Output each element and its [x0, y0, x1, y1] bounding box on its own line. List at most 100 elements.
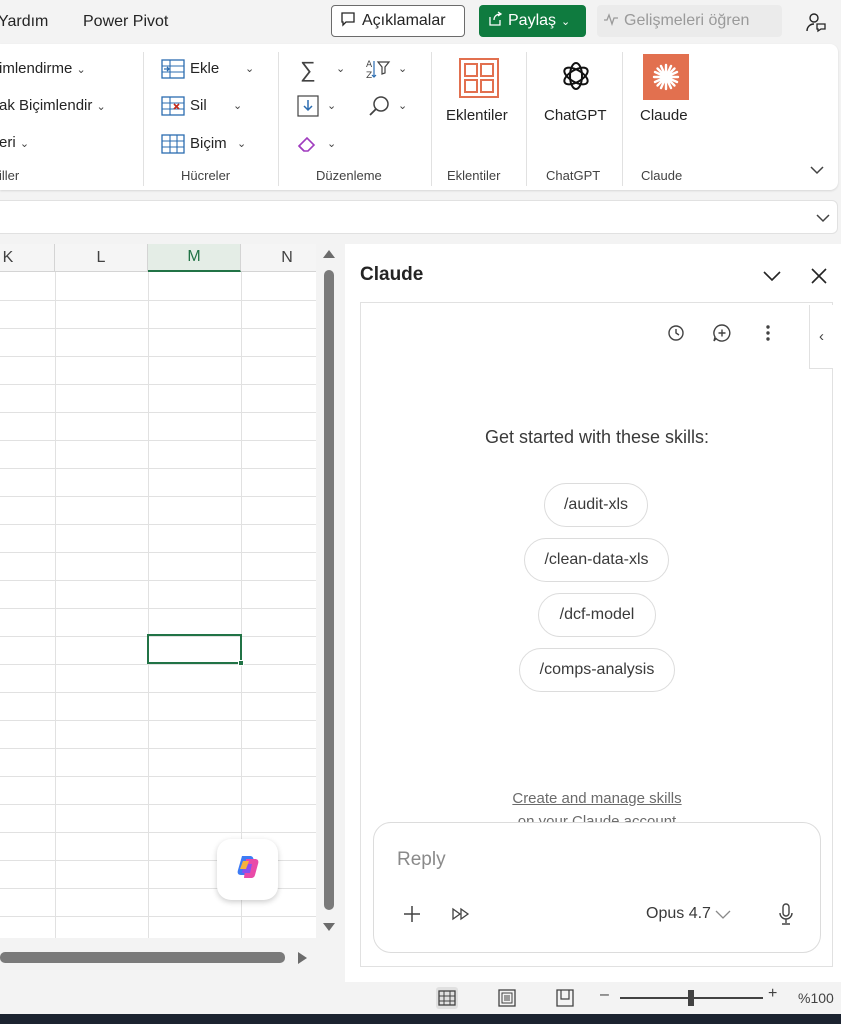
gridline [0, 384, 316, 385]
chevron-down-icon [715, 910, 731, 919]
chevron-down-icon[interactable]: ⌄ [398, 99, 407, 112]
chevron-down-icon[interactable]: ⌄ [327, 99, 336, 112]
gridline [0, 552, 316, 553]
claude-group-label: Claude [641, 168, 683, 183]
fast-forward-icon[interactable] [450, 903, 472, 925]
format-cells-button[interactable]: Biçim [190, 135, 227, 152]
vertical-scrollbar[interactable] [318, 244, 340, 938]
page-break-view-icon[interactable] [554, 987, 576, 1009]
copilot-icon [232, 851, 264, 888]
comment-icon [340, 11, 356, 32]
learn-more-button[interactable]: Gelişmeleri öğren [597, 5, 782, 37]
fill-icon[interactable] [296, 94, 320, 118]
claude-button[interactable]: Claude [640, 107, 688, 124]
format-cells-icon[interactable] [161, 133, 185, 155]
share-button[interactable]: Paylaş ⌄ [479, 5, 586, 37]
column-header-k[interactable]: K [0, 244, 55, 272]
zoom-slider-thumb[interactable] [688, 990, 694, 1006]
column-header-m[interactable]: M [148, 244, 241, 272]
scroll-right-arrow-icon[interactable] [298, 952, 307, 964]
new-chat-icon[interactable] [710, 321, 734, 345]
scroll-thumb[interactable] [0, 952, 285, 963]
addins-icon[interactable] [459, 58, 499, 98]
expand-formula-bar-icon[interactable] [814, 209, 832, 227]
gridline [0, 692, 316, 693]
page-layout-view-icon[interactable] [496, 987, 518, 1009]
copilot-button[interactable] [217, 839, 278, 900]
clear-eraser-icon[interactable] [296, 132, 320, 156]
styles-group-label: iller [0, 168, 20, 183]
delete-cells-icon[interactable] [161, 95, 185, 117]
scroll-up-arrow-icon[interactable] [323, 250, 335, 258]
feedback-icon[interactable] [802, 8, 830, 36]
history-clock-icon[interactable] [664, 321, 688, 345]
zoom-in-button[interactable]: + [768, 985, 777, 1003]
gridline [0, 412, 316, 413]
conditional-formatting-button[interactable]: imlendirme ⌄ [0, 60, 86, 77]
chevron-left-icon[interactable]: ‹ [809, 305, 833, 369]
group-separator [278, 52, 279, 186]
skills-heading: Get started with these skills: [484, 427, 710, 447]
claude-chat-frame: ‹ Get started with these skills: /audit-… [360, 302, 833, 967]
normal-view-icon[interactable] [436, 987, 458, 1009]
chevron-down-icon[interactable]: ⌄ [233, 99, 242, 112]
gridline [0, 720, 316, 721]
addins-button[interactable]: Eklentiler [446, 107, 508, 124]
comments-button[interactable]: Açıklamalar [331, 5, 465, 37]
sort-filter-icon[interactable]: AZ [364, 56, 392, 82]
ribbon-expand-chevron-icon[interactable] [806, 160, 828, 180]
scroll-thumb[interactable] [324, 270, 334, 910]
svg-text:A: A [366, 60, 373, 70]
chevron-down-icon: ⌄ [561, 15, 571, 28]
gridline [0, 440, 316, 441]
chevron-down-icon[interactable]: ⌄ [245, 62, 254, 75]
scroll-down-arrow-icon[interactable] [323, 923, 335, 931]
model-selector[interactable]: Opus 4.7 [646, 905, 731, 923]
chevron-down-icon[interactable]: ⌄ [327, 137, 336, 150]
formula-bar[interactable] [0, 200, 838, 234]
worksheet-grid[interactable]: K L M N [0, 244, 316, 938]
gridline [0, 608, 316, 609]
insert-cells-button[interactable]: Ekle [190, 60, 219, 77]
autosum-icon[interactable]: ∑ [296, 57, 320, 82]
column-header-n[interactable]: N [241, 244, 316, 272]
zoom-out-button[interactable]: – [600, 986, 609, 1004]
add-attachment-icon[interactable] [401, 903, 423, 925]
cells-group-label: Hücreler [181, 168, 231, 183]
skill-chip-clean-data-xls[interactable]: /clean-data-xls [524, 538, 669, 582]
close-icon[interactable] [807, 264, 831, 288]
manage-skills-link[interactable]: Create and manage skills [361, 790, 833, 807]
skill-chip-dcf-model[interactable]: /dcf-model [538, 593, 656, 637]
taskbar [0, 1014, 841, 1024]
chevron-down-icon[interactable]: ⌄ [398, 62, 407, 75]
fill-handle[interactable] [238, 660, 244, 666]
cell-styles-button[interactable]: eri ⌄ [0, 134, 29, 151]
tab-help[interactable]: Yardım [0, 13, 48, 31]
find-select-icon[interactable] [366, 94, 392, 118]
column-header-l[interactable]: L [55, 244, 148, 272]
horizontal-scrollbar[interactable] [0, 944, 316, 972]
chevron-down-icon[interactable]: ⌄ [237, 137, 246, 150]
gridline [0, 804, 316, 805]
reply-input[interactable] [397, 849, 777, 871]
insert-cells-icon[interactable] [161, 58, 185, 80]
chevron-down-icon[interactable]: ⌄ [336, 62, 345, 75]
microphone-icon[interactable] [775, 903, 797, 925]
format-as-table-button[interactable]: ak Biçimlendir ⌄ [0, 97, 106, 114]
chevron-down-icon[interactable] [759, 264, 785, 288]
more-options-icon[interactable] [756, 321, 780, 345]
claude-icon[interactable] [643, 54, 689, 100]
tab-power-pivot[interactable]: Power Pivot [83, 13, 168, 31]
gridline [0, 328, 316, 329]
selected-cell[interactable] [147, 634, 244, 666]
zoom-level[interactable]: %100 [798, 990, 834, 1006]
gridline [0, 468, 316, 469]
gridline [0, 748, 316, 749]
delete-cells-button[interactable]: Sil [190, 97, 207, 114]
pane-title: Claude [360, 264, 424, 285]
chatgpt-icon[interactable] [560, 60, 592, 92]
group-separator [622, 52, 623, 186]
skill-chip-audit-xls[interactable]: /audit-xls [544, 483, 648, 527]
chatgpt-button[interactable]: ChatGPT [544, 107, 607, 124]
skill-chip-comps-analysis[interactable]: /comps-analysis [519, 648, 675, 692]
